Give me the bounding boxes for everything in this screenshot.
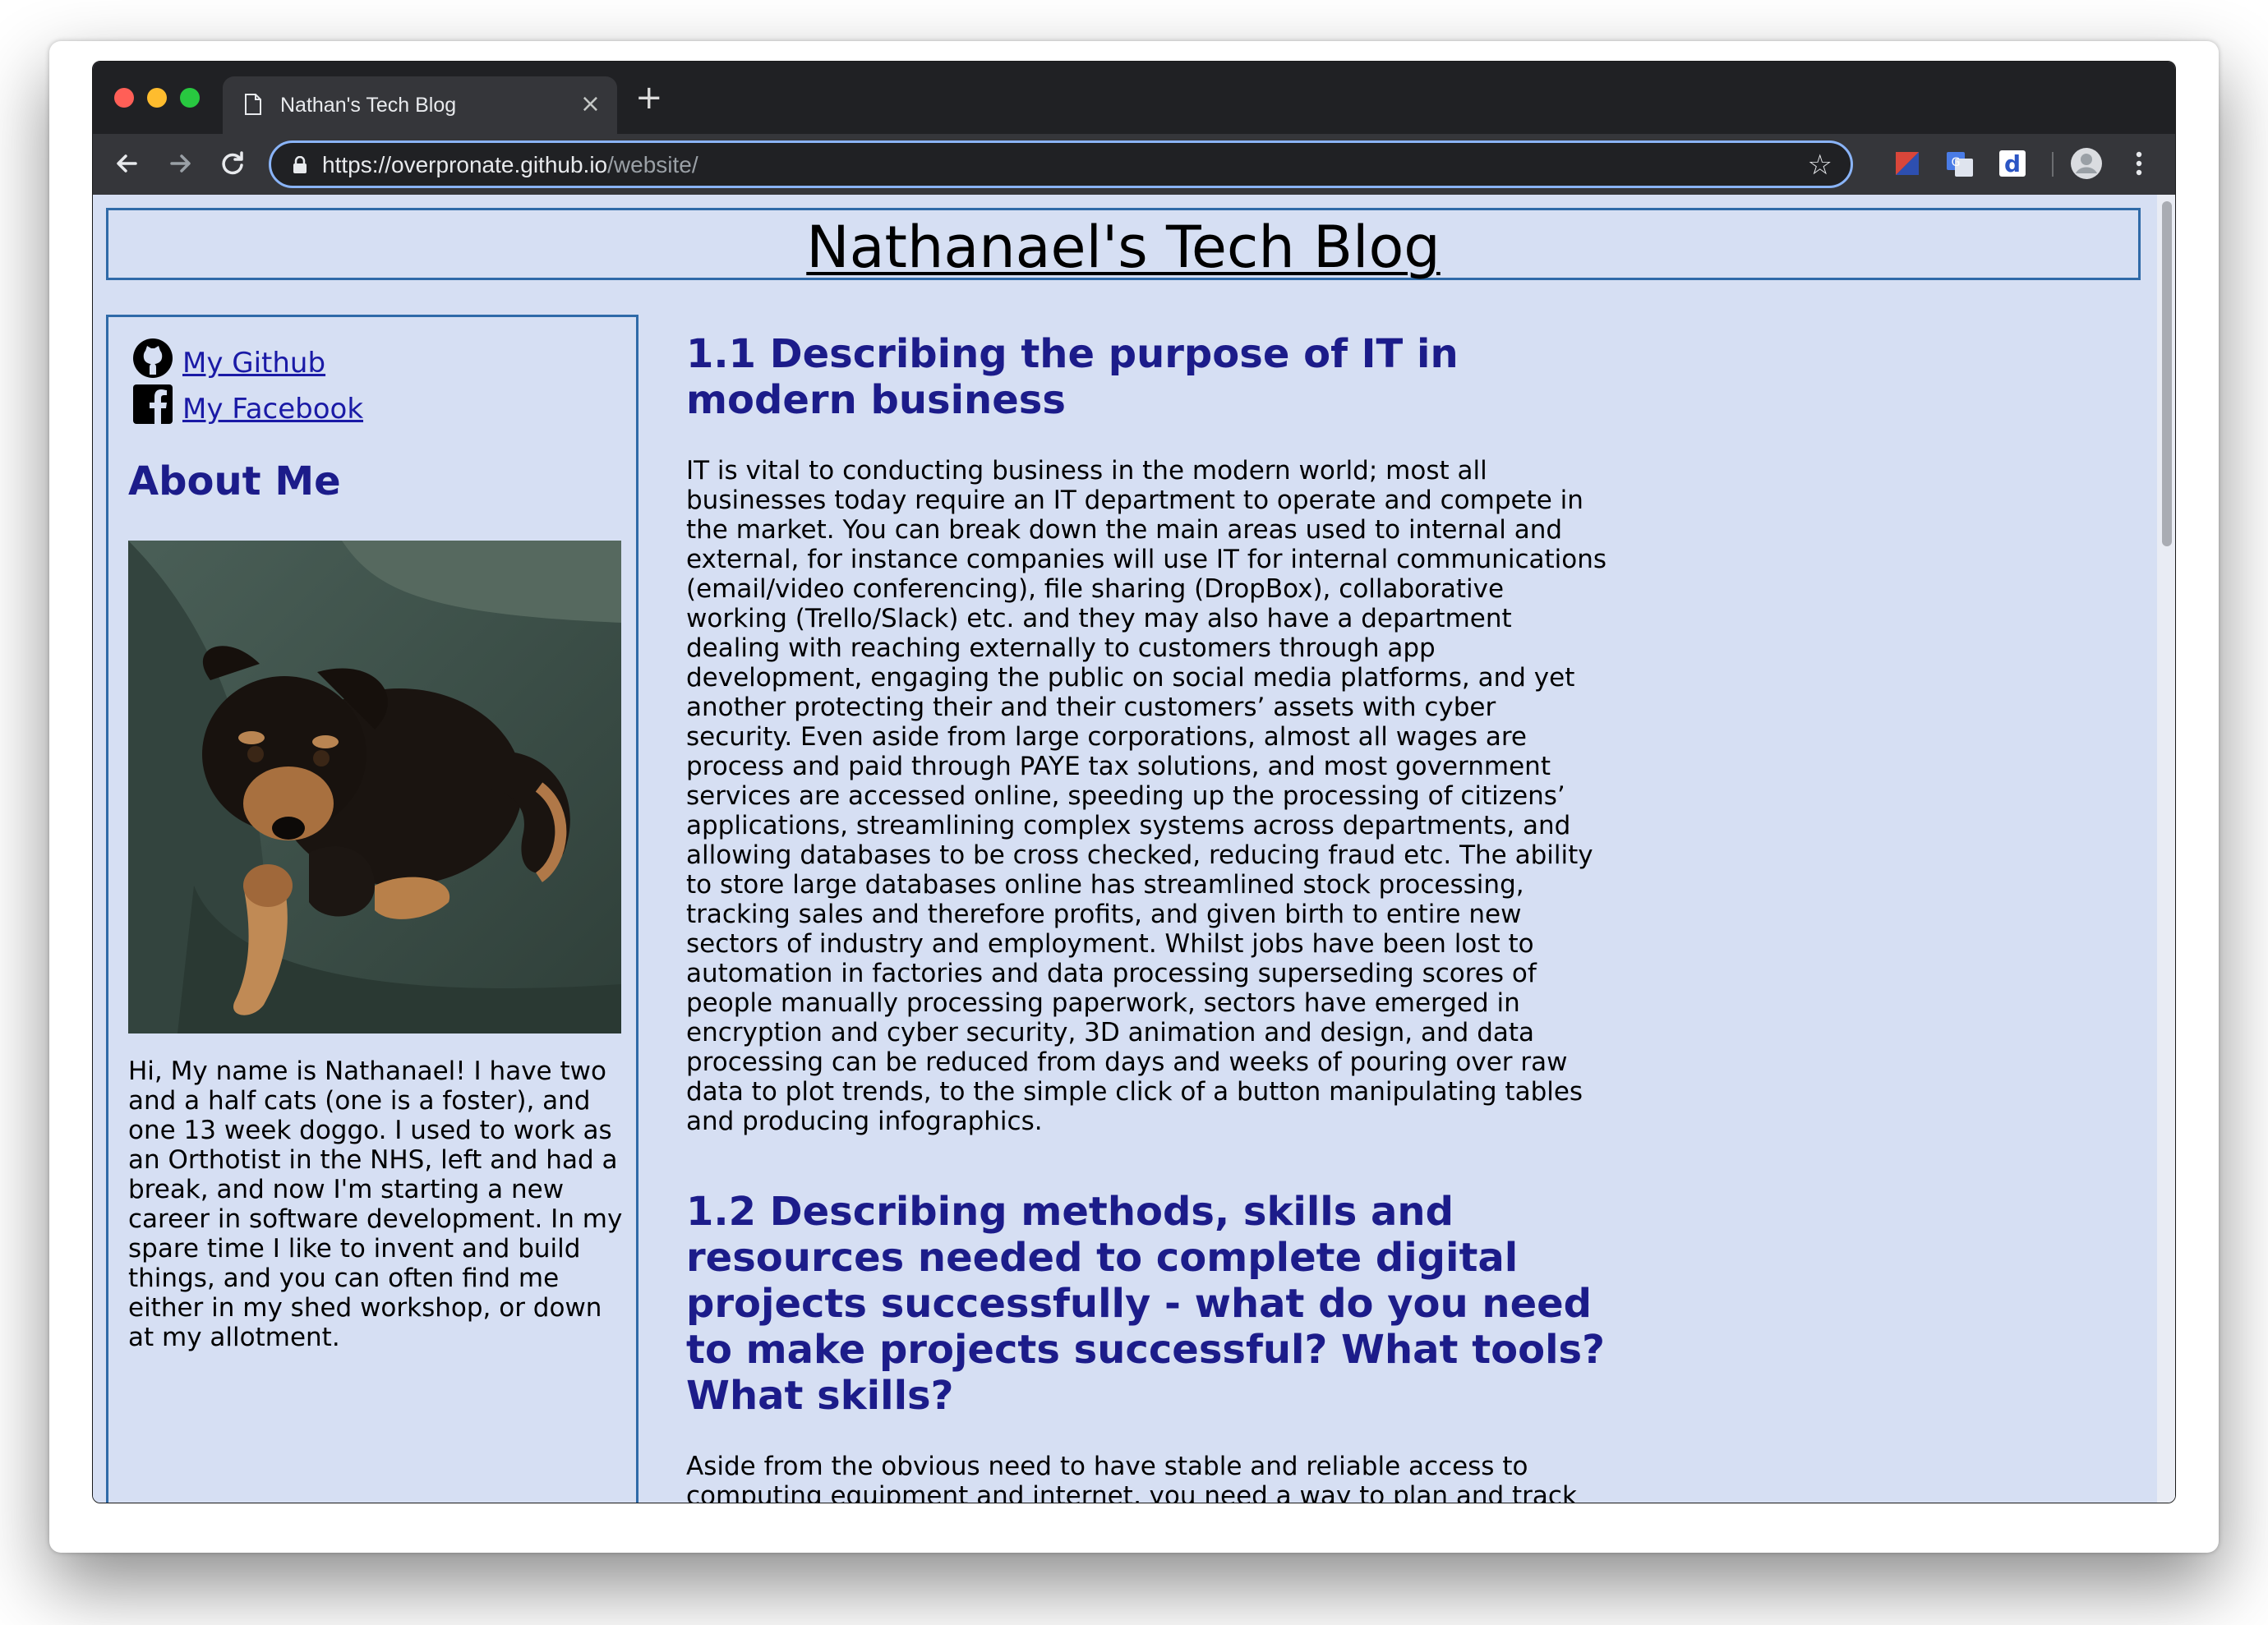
- tab-title: Nathan's Tech Blog: [280, 94, 457, 117]
- svg-text:G: G: [1952, 156, 1961, 169]
- url-text: https://overpronate.github.io/website/: [322, 152, 698, 178]
- github-icon[interactable]: [131, 337, 174, 380]
- new-tab-button[interactable]: +: [635, 81, 663, 114]
- extension-red-icon[interactable]: [1891, 147, 1924, 180]
- address-bar[interactable]: https://overpronate.github.io/website/ ☆: [269, 140, 1853, 188]
- tab-close-icon[interactable]: ×: [580, 90, 601, 119]
- post-body: IT is vital to conducting business in th…: [686, 456, 1607, 1136]
- tab-active[interactable]: Nathan's Tech Blog ×: [223, 76, 617, 134]
- facebook-link[interactable]: My Facebook: [182, 393, 363, 426]
- tab-strip: Nathan's Tech Blog × +: [93, 62, 2175, 134]
- facebook-icon[interactable]: [131, 383, 174, 426]
- close-window-button[interactable]: [114, 88, 134, 108]
- site-title[interactable]: Nathanael's Tech Blog: [108, 214, 2138, 281]
- url-host: https://overpronate.github.io: [322, 152, 608, 177]
- post-title: 1.2 Describing methods, skills and resou…: [686, 1189, 1605, 1419]
- forward-arrow-icon[interactable]: [162, 145, 198, 182]
- about-me-heading: About Me: [128, 458, 341, 504]
- lock-icon: [293, 156, 307, 173]
- toolbar-divider: [2052, 152, 2054, 177]
- main-content: 1.1 Describing the purpose of IT in mode…: [686, 315, 1606, 1503]
- reload-icon[interactable]: [214, 145, 251, 182]
- browser-toolbar: https://overpronate.github.io/website/ ☆…: [93, 134, 2175, 195]
- maximize-window-button[interactable]: [180, 88, 200, 108]
- page-viewport: Nathanael's Tech Blog My Github My Faceb…: [93, 195, 2175, 1503]
- about-me-text: Hi, My name is Nathanael! I have two and…: [128, 1056, 623, 1352]
- post-title: 1.1 Describing the purpose of IT in mode…: [686, 331, 1459, 423]
- vertical-scrollbar[interactable]: [2157, 195, 2175, 1503]
- site-header: Nathanael's Tech Blog: [106, 208, 2141, 281]
- menu-icon[interactable]: [2123, 147, 2155, 180]
- scrollbar-thumb[interactable]: [2162, 201, 2172, 546]
- dashlane-d-icon[interactable]: d: [1996, 147, 2029, 180]
- google-translate-icon[interactable]: G: [1943, 147, 1976, 180]
- url-path: /website/: [607, 152, 698, 177]
- minimize-window-button[interactable]: [147, 88, 167, 108]
- profile-icon[interactable]: [2070, 147, 2103, 180]
- svg-text:d: d: [2004, 150, 2021, 177]
- back-arrow-icon[interactable]: [109, 145, 145, 182]
- browser-window: Nathan's Tech Blog × + https://overprona…: [92, 61, 2176, 1503]
- star-icon[interactable]: ☆: [1808, 150, 1832, 181]
- post-body: Aside from the obvious need to have stab…: [686, 1452, 1577, 1503]
- dog-photo: [128, 541, 621, 1033]
- github-link[interactable]: My Github: [182, 347, 325, 380]
- sidebar: My Github My Facebook About Me Hi, My na…: [106, 315, 638, 1503]
- document-icon: [245, 94, 261, 115]
